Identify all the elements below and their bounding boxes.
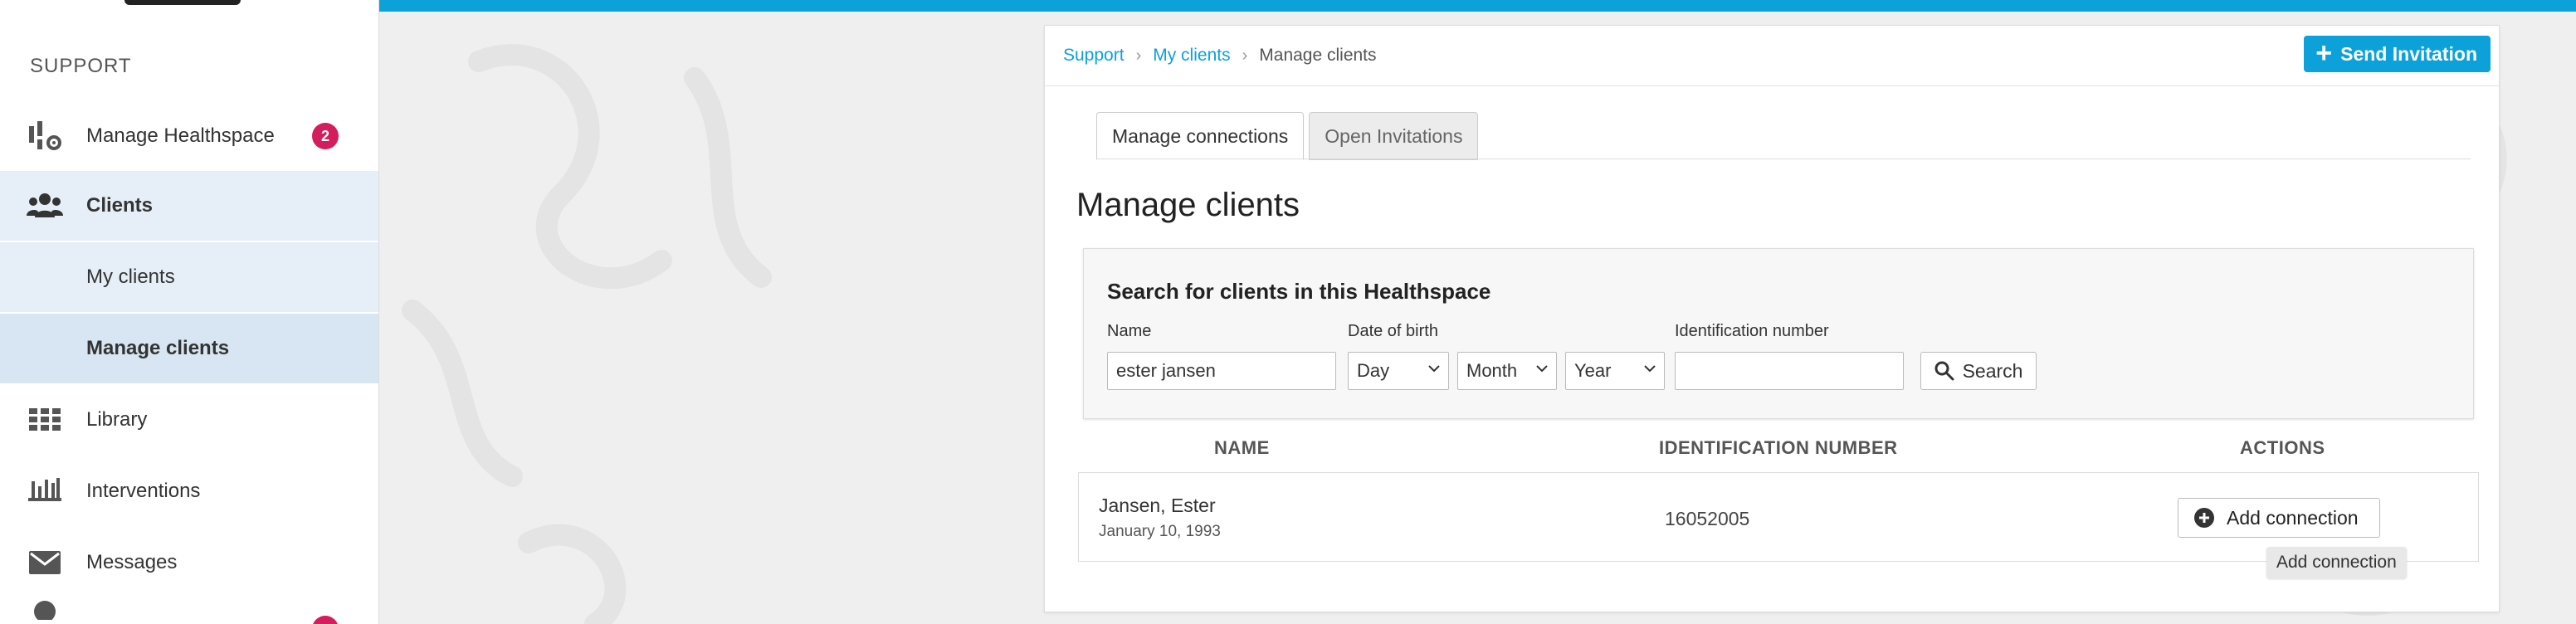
main-panel: Support › My clients › Manage clients + …	[1044, 25, 2500, 612]
plus-icon: +	[2315, 37, 2333, 69]
send-invitation-button[interactable]: + Send Invitation	[2304, 36, 2491, 72]
month-select-value: Month	[1466, 360, 1518, 381]
sidebar-item-label: Clients	[86, 194, 154, 217]
dob-label: Date of birth	[1348, 322, 1438, 340]
send-invitation-label: Send Invitation	[2340, 42, 2477, 65]
sidebar-item-partial[interactable]	[0, 599, 378, 624]
day-select[interactable]: Day	[1348, 352, 1449, 390]
interventions-icon	[25, 475, 65, 508]
search-title: Search for clients in this Healthspace	[1107, 279, 1491, 304]
tab-open-invitations[interactable]: Open Invitations	[1309, 112, 1479, 160]
envelope-icon	[25, 546, 65, 579]
sidebar-item-label: Manage Healthspace	[86, 124, 275, 147]
top-accent-bar	[379, 0, 2576, 12]
sidebar-item-label: Interventions	[86, 480, 201, 502]
sidebar-item-manage-clients[interactable]: Manage clients	[0, 314, 378, 383]
chevron-down-icon	[1536, 365, 1548, 373]
day-select-value: Day	[1357, 360, 1390, 381]
search-button-label: Search	[1962, 359, 2023, 382]
sidebar-item-label: Manage clients	[86, 337, 230, 359]
panel-header: Support › My clients › Manage clients + …	[1045, 26, 2499, 86]
breadcrumb-link-my-clients[interactable]: My clients	[1153, 46, 1230, 66]
breadcrumb-link-support[interactable]: Support	[1063, 46, 1125, 66]
search-icon	[1934, 361, 1954, 381]
chevron-right-icon: ›	[1135, 46, 1142, 65]
page-title: Manage clients	[1076, 187, 1300, 223]
notification-badge	[312, 616, 339, 624]
sidebar-item-clients[interactable]: Clients	[0, 171, 378, 241]
add-connection-label: Add connection	[2227, 506, 2359, 529]
circle-icon	[25, 599, 65, 624]
sidebar-item-messages[interactable]: Messages	[0, 528, 378, 597]
tabs-divider	[1096, 158, 2471, 159]
identification-number-label: Identification number	[1675, 322, 1829, 340]
breadcrumb: Support › My clients › Manage clients	[1063, 46, 1377, 66]
identification-number-input[interactable]	[1675, 352, 1904, 390]
chevron-down-icon	[1428, 365, 1440, 373]
healthspace-settings-icon	[25, 119, 65, 153]
tab-manage-connections[interactable]: Manage connections	[1096, 112, 1305, 160]
search-button[interactable]: Search	[1920, 352, 2037, 390]
chevron-right-icon: ›	[1242, 46, 1248, 65]
breadcrumb-current: Manage clients	[1259, 46, 1377, 65]
name-input-value: ester jansen	[1116, 360, 1216, 381]
notification-badge: 2	[312, 123, 339, 149]
column-header-name: NAME	[1214, 437, 1270, 458]
sidebar-item-interventions[interactable]: Interventions	[0, 456, 378, 526]
month-select[interactable]: Month	[1457, 352, 1557, 390]
add-connection-button[interactable]: Add connection	[2178, 498, 2380, 538]
tooltip: Add connection	[2266, 547, 2407, 578]
sidebar-item-label: My clients	[86, 266, 175, 288]
year-select[interactable]: Year	[1565, 352, 1665, 390]
sidebar-item-my-clients[interactable]: My clients	[0, 242, 378, 312]
plus-circle-icon	[2194, 508, 2214, 528]
client-identification-number: 16052005	[1665, 508, 1750, 529]
client-name: Jansen, Ester	[1099, 495, 1216, 516]
column-header-identification-number: IDENTIFICATION NUMBER	[1659, 437, 1898, 458]
sidebar-item-manage-healthspace[interactable]: Manage Healthspace 2	[0, 101, 378, 171]
column-header-actions: ACTIONS	[2240, 437, 2325, 458]
sidebar-section-title: SUPPORT	[30, 55, 132, 77]
users-icon	[25, 189, 65, 222]
name-label: Name	[1107, 322, 1152, 340]
client-date-of-birth: January 10, 1993	[1099, 523, 1221, 540]
search-panel: Search for clients in this Healthspace N…	[1083, 248, 2474, 419]
sidebar: SUPPORT Manage Healthspace 2 Clients My …	[0, 0, 379, 624]
chevron-down-icon	[1644, 365, 1656, 373]
sidebar-item-library[interactable]: Library	[0, 385, 378, 455]
name-input[interactable]: ester jansen	[1107, 352, 1336, 390]
tabs: Manage connections Open Invitations	[1096, 112, 1483, 160]
logo	[124, 0, 241, 5]
sidebar-item-label: Library	[86, 408, 148, 431]
grid-icon	[25, 403, 65, 436]
sidebar-item-label: Messages	[86, 551, 178, 573]
year-select-value: Year	[1574, 360, 1612, 381]
